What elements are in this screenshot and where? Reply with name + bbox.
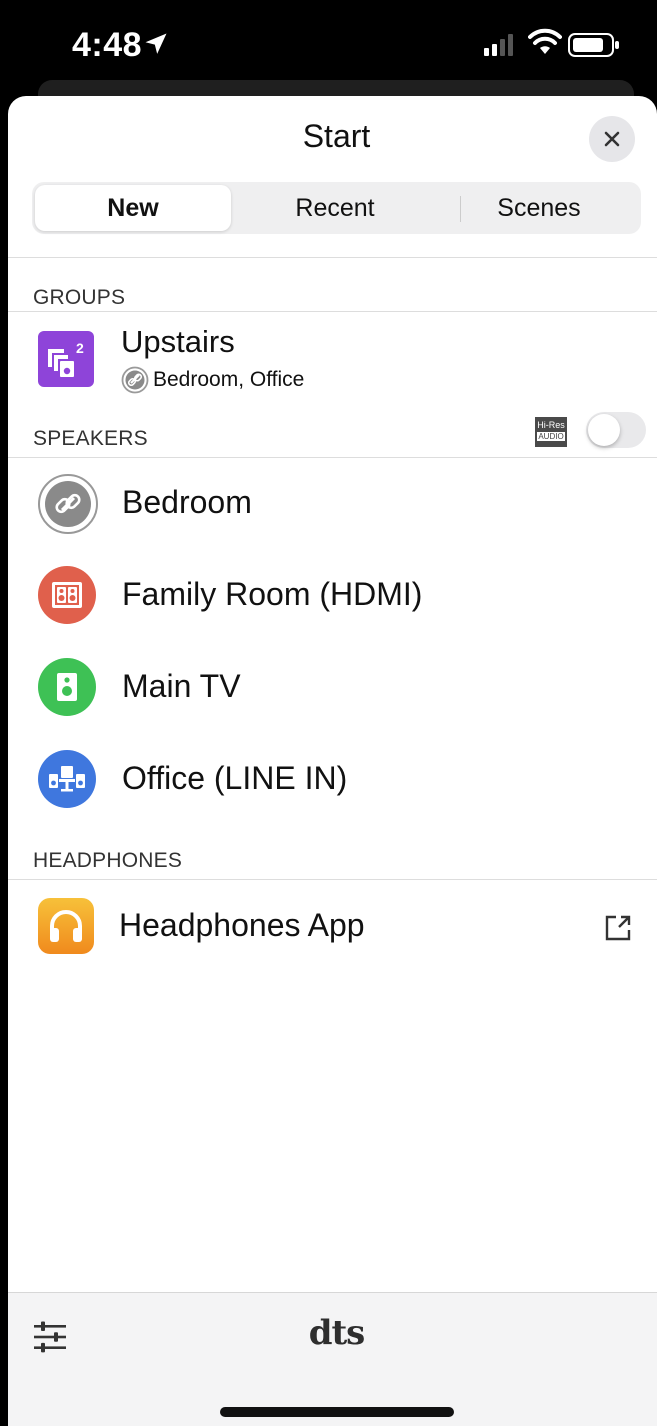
battery-icon — [568, 33, 619, 57]
cellular-signal-icon — [484, 34, 513, 56]
link-icon — [38, 474, 98, 534]
sheet-title: Start — [302, 118, 371, 154]
hires-toggle[interactable] — [586, 412, 646, 448]
family-room-icon — [38, 566, 96, 624]
bottom-bar: dts — [8, 1292, 657, 1426]
wifi-icon — [528, 28, 562, 54]
divider — [8, 457, 657, 458]
group-count-badge: 2 — [76, 340, 84, 356]
office-icon — [38, 750, 96, 808]
group-members: Bedroom, Office — [121, 366, 304, 394]
status-bar: 4:48 — [0, 0, 657, 120]
divider — [8, 257, 657, 258]
hires-logo-bottom: AUDIO — [537, 432, 565, 441]
group-name: Upstairs — [121, 324, 235, 359]
speakers-header: SPEAKERS — [33, 427, 148, 450]
speaker-name: Main TV — [122, 668, 241, 704]
speaker-name: Bedroom — [122, 484, 252, 520]
hires-audio-logo: Hi-Res AUDIO — [535, 417, 567, 447]
tab-scenes[interactable]: Scenes — [439, 185, 639, 231]
group-members-text: Bedroom, Office — [153, 368, 305, 391]
divider — [8, 311, 657, 312]
speaker-icon — [38, 658, 96, 716]
speaker-name: Family Room (HDMI) — [122, 576, 423, 612]
status-time: 4:48 — [72, 26, 143, 64]
headphones-header: HEADPHONES — [33, 849, 183, 872]
external-link-icon — [605, 915, 631, 941]
group-speakers-icon: 2 — [38, 331, 94, 387]
start-sheet: Start New Recent Scenes GROUPS 2 Upstair… — [8, 96, 657, 1426]
dts-logo: dts — [308, 1313, 366, 1353]
headphones-app-name: Headphones App — [119, 907, 365, 943]
tab-control: New Recent Scenes — [32, 182, 641, 234]
close-icon — [604, 131, 620, 147]
toggle-knob — [588, 414, 620, 446]
groups-header: GROUPS — [33, 286, 126, 309]
link-icon — [121, 366, 149, 394]
tab-new[interactable]: New — [35, 185, 231, 231]
divider — [8, 879, 657, 880]
headphones-icon — [38, 898, 94, 954]
close-button[interactable] — [589, 116, 635, 162]
speaker-name: Office (LINE IN) — [122, 760, 348, 796]
location-arrow-icon — [145, 33, 167, 54]
tab-recent[interactable]: Recent — [235, 185, 435, 231]
hires-logo-top: Hi-Res — [537, 420, 565, 430]
home-indicator — [220, 1407, 454, 1417]
